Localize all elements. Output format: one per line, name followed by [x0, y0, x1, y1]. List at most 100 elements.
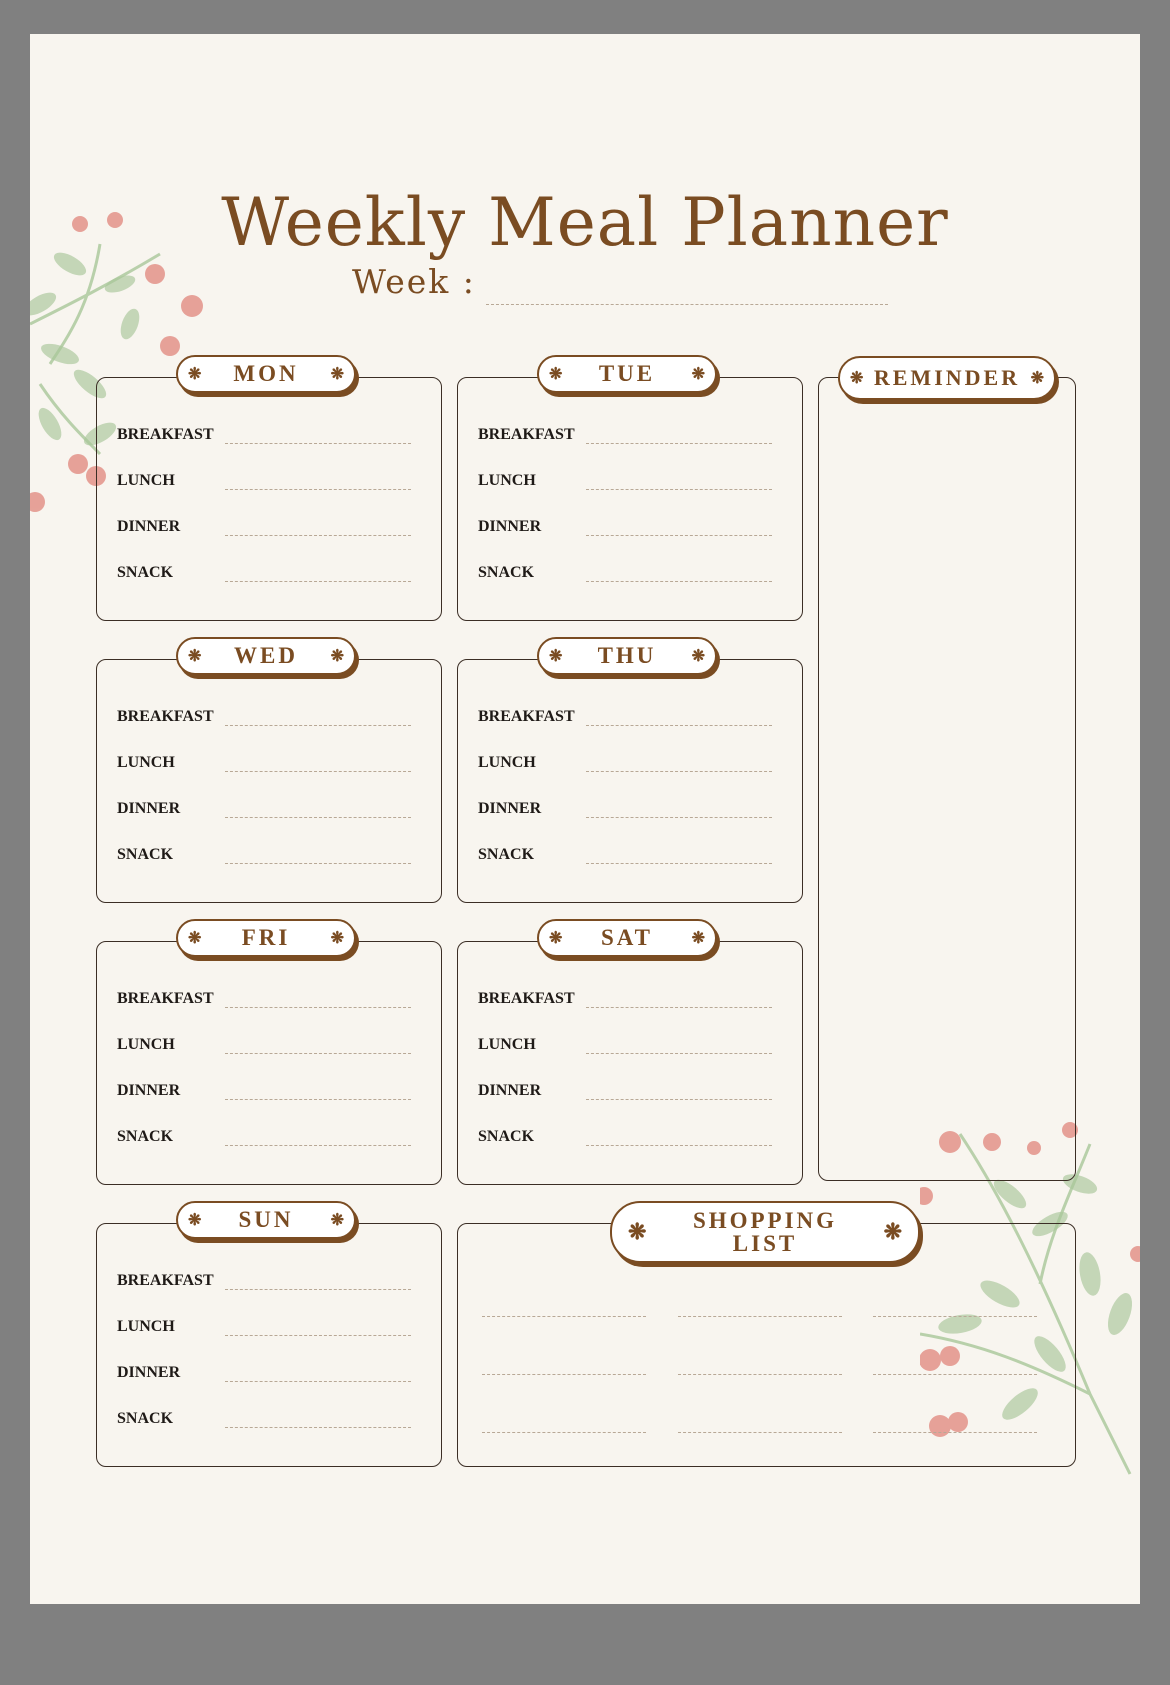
- meal-input-line[interactable]: [225, 1144, 411, 1146]
- day-box-sat: BREAKFAST LUNCH DINNER SNACK: [457, 941, 803, 1185]
- meal-input-line[interactable]: [225, 580, 411, 582]
- shopping-item-line[interactable]: [482, 1432, 646, 1433]
- day-label: FRI: [241, 925, 291, 950]
- meal-input-line[interactable]: [225, 1426, 411, 1428]
- meal-row: SNACK: [478, 1116, 772, 1146]
- meal-input-line[interactable]: [225, 1380, 411, 1382]
- meal-input-line[interactable]: [586, 1006, 772, 1008]
- day-tab-sat: ❋ SAT ❋: [537, 919, 717, 957]
- meal-input-line[interactable]: [225, 488, 411, 490]
- meal-label: SNACK: [117, 1128, 174, 1145]
- meal-label: LUNCH: [117, 1318, 175, 1335]
- meal-input-line[interactable]: [586, 724, 772, 726]
- meal-row: BREAKFAST: [478, 414, 772, 444]
- shopping-list-title-line2: LIST: [732, 1231, 798, 1256]
- flower-ornament-icon: ❋: [628, 1219, 647, 1244]
- flower-ornament-icon: ❋: [691, 648, 705, 665]
- flower-ornament-icon: ❋: [883, 1219, 902, 1244]
- meal-input-line[interactable]: [225, 1052, 411, 1054]
- day-box-fri: BREAKFAST LUNCH DINNER SNACK: [96, 941, 442, 1185]
- day-tab-sun: ❋ SUN ❋: [176, 1201, 356, 1239]
- meal-row: DINNER: [478, 1070, 772, 1100]
- meal-label: BREAKFAST: [478, 990, 575, 1007]
- meal-input-line[interactable]: [225, 1334, 411, 1336]
- meal-input-line[interactable]: [225, 770, 411, 772]
- meal-input-line[interactable]: [586, 1098, 772, 1100]
- meal-label: SNACK: [117, 846, 174, 863]
- meal-label: BREAKFAST: [478, 708, 575, 725]
- meal-input-line[interactable]: [225, 1006, 411, 1008]
- meal-row: BREAKFAST: [117, 414, 411, 444]
- meal-planner-page: Weekly Meal Planner Week : BREAKFAST LUNC…: [30, 34, 1140, 1604]
- meal-label: SNACK: [478, 564, 535, 581]
- meal-input-line[interactable]: [225, 862, 411, 864]
- meal-input-line[interactable]: [586, 1052, 772, 1054]
- meal-row: SNACK: [478, 834, 772, 864]
- day-tab-tue: ❋ TUE ❋: [537, 355, 717, 393]
- meal-input-line[interactable]: [225, 1098, 411, 1100]
- meal-input-line[interactable]: [586, 488, 772, 490]
- week-input-line[interactable]: [486, 304, 888, 305]
- shopping-list-tab: ❋ SHOPPING LIST ❋: [610, 1201, 920, 1263]
- meal-row: LUNCH: [117, 1024, 411, 1054]
- day-label: SAT: [600, 925, 654, 950]
- meal-input-line[interactable]: [586, 534, 772, 536]
- shopping-list-title-line1: SHOPPING: [692, 1208, 838, 1233]
- flower-ornament-icon: ❋: [850, 370, 864, 387]
- meal-label: DINNER: [117, 800, 181, 817]
- meal-input-line[interactable]: [586, 1144, 772, 1146]
- meal-row: DINNER: [117, 788, 411, 818]
- meal-row: BREAKFAST: [117, 1260, 411, 1290]
- meal-label: DINNER: [117, 1364, 181, 1381]
- meal-row: SNACK: [117, 834, 411, 864]
- day-box-thu: BREAKFAST LUNCH DINNER SNACK: [457, 659, 803, 903]
- meal-label: LUNCH: [117, 472, 175, 489]
- meal-label: BREAKFAST: [478, 426, 575, 443]
- meal-input-line[interactable]: [586, 442, 772, 444]
- day-tab-mon: ❋ MON ❋: [176, 355, 356, 393]
- meal-row: SNACK: [117, 1398, 411, 1428]
- meal-input-line[interactable]: [586, 770, 772, 772]
- meal-label: SNACK: [117, 1410, 174, 1427]
- meal-label: DINNER: [478, 518, 542, 535]
- meal-input-line[interactable]: [225, 534, 411, 536]
- meal-row: LUNCH: [478, 460, 772, 490]
- meal-input-line[interactable]: [586, 580, 772, 582]
- shopping-item-line[interactable]: [678, 1374, 842, 1375]
- meal-input-line[interactable]: [586, 862, 772, 864]
- reminder-tab: ❋ REMINDER ❋: [838, 356, 1056, 400]
- meal-label: DINNER: [478, 800, 542, 817]
- shopping-item-line[interactable]: [678, 1316, 842, 1317]
- meal-row: LUNCH: [478, 742, 772, 772]
- flower-ornament-icon: ❋: [549, 648, 563, 665]
- reminder-box[interactable]: [818, 377, 1076, 1181]
- day-tab-thu: ❋ THU ❋: [537, 637, 717, 675]
- shopping-item-line[interactable]: [873, 1432, 1037, 1433]
- meal-label: LUNCH: [117, 754, 175, 771]
- flower-ornament-icon: ❋: [330, 366, 344, 383]
- day-box-tue: BREAKFAST LUNCH DINNER SNACK: [457, 377, 803, 621]
- meal-label: DINNER: [478, 1082, 542, 1099]
- day-tab-wed: ❋ WED ❋: [176, 637, 356, 675]
- shopping-item-line[interactable]: [482, 1316, 646, 1317]
- shopping-item-line[interactable]: [873, 1316, 1037, 1317]
- shopping-list-title: SHOPPING LIST: [646, 1209, 883, 1255]
- day-label: WED: [234, 643, 298, 668]
- shopping-item-line[interactable]: [678, 1432, 842, 1433]
- day-box-sun: BREAKFAST LUNCH DINNER SNACK: [96, 1223, 442, 1467]
- meal-input-line[interactable]: [225, 442, 411, 444]
- day-box-wed: BREAKFAST LUNCH DINNER SNACK: [96, 659, 442, 903]
- flower-ornament-icon: ❋: [188, 366, 202, 383]
- meal-input-line[interactable]: [225, 1288, 411, 1290]
- meal-label: BREAKFAST: [117, 1272, 214, 1289]
- flower-ornament-icon: ❋: [330, 930, 344, 947]
- meal-row: BREAKFAST: [117, 978, 411, 1008]
- flower-ornament-icon: ❋: [549, 930, 563, 947]
- shopping-item-line[interactable]: [482, 1374, 646, 1375]
- meal-input-line[interactable]: [225, 816, 411, 818]
- meal-input-line[interactable]: [586, 816, 772, 818]
- shopping-item-line[interactable]: [873, 1374, 1037, 1375]
- flower-ornament-icon: ❋: [188, 1212, 202, 1229]
- meal-input-line[interactable]: [225, 724, 411, 726]
- meal-label: SNACK: [478, 1128, 535, 1145]
